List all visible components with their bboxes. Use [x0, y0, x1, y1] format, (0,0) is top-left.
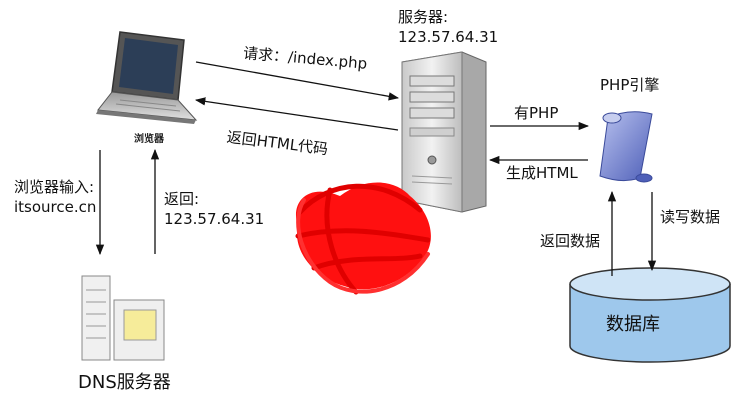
server-ip: 123.57.64.31 [398, 28, 499, 46]
rw-data-label: 读写数据 [660, 208, 721, 226]
gen-html-label: 生成HTML [506, 164, 578, 182]
diagram-graphics [81, 31, 731, 363]
dns-server-icon [81, 275, 165, 361]
db-return-label: 返回数据 [540, 232, 601, 250]
dns-server-label: DNS服务器 [78, 372, 171, 393]
browser-label: 浏览器 [134, 134, 164, 145]
diagram-stage: 浏览器 服务器: 123.57.64.31 PHP引擎 DNS服务器 数据库 请… [0, 0, 738, 401]
database-label: 数据库 [606, 314, 660, 335]
dns-return-ip: 123.57.64.31 [164, 210, 265, 228]
has-php-label: 有PHP [514, 104, 559, 122]
server-label: 服务器: [398, 8, 449, 26]
return-html-arrow [194, 97, 399, 131]
php-scroll-icon [599, 111, 653, 183]
browser-input-domain: itsource.cn [14, 198, 97, 216]
dns-return-label: 返回: [164, 190, 200, 208]
laptop-icon [96, 31, 198, 124]
php-engine-label: PHP引擎 [600, 76, 660, 94]
server-icon [401, 51, 487, 213]
request-arrow [195, 61, 400, 101]
browser-input-label: 浏览器输入: [14, 178, 95, 196]
red-scribble-mark [295, 182, 431, 295]
